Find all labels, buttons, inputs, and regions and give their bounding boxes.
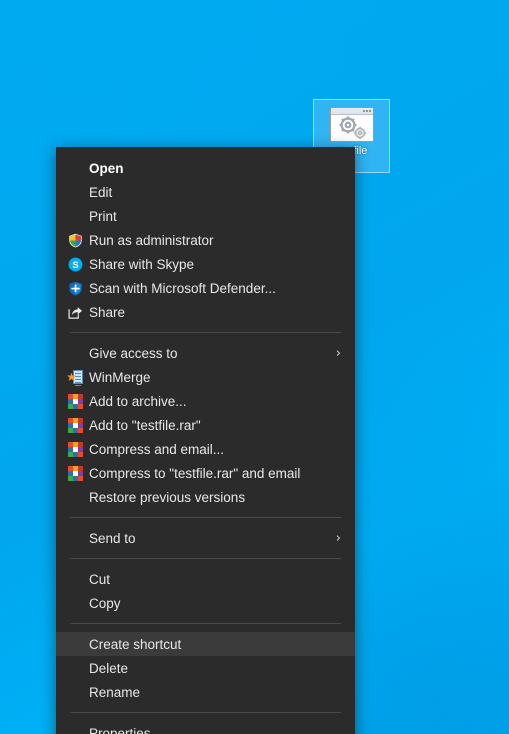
menu-item-share-with-skype[interactable]: S Share with Skype bbox=[56, 252, 355, 276]
menu-item-label: Restore previous versions bbox=[89, 489, 246, 505]
menu-separator bbox=[70, 558, 341, 559]
no-icon bbox=[64, 725, 86, 734]
menu-group-tools: Give access to › WinMerge Add to archive… bbox=[56, 341, 355, 509]
share-arrow-icon bbox=[64, 304, 86, 321]
menu-item-send-to[interactable]: Send to › bbox=[56, 526, 355, 550]
desktop-background[interactable]: testfile Open Edit Print bbox=[0, 0, 509, 734]
menu-item-label: Copy bbox=[89, 595, 121, 611]
menu-item-label: WinMerge bbox=[89, 369, 151, 385]
no-icon bbox=[64, 660, 86, 677]
menu-item-rename[interactable]: Rename bbox=[56, 680, 355, 704]
menu-item-share[interactable]: Share bbox=[56, 300, 355, 324]
winrar-icon bbox=[64, 465, 86, 482]
menu-item-label: Send to bbox=[89, 530, 136, 546]
menu-group-properties: Properties bbox=[56, 721, 355, 734]
menu-item-restore-previous-versions[interactable]: Restore previous versions bbox=[56, 485, 355, 509]
no-icon bbox=[64, 530, 86, 547]
menu-item-label: Edit bbox=[89, 184, 113, 200]
menu-item-label: Compress to "testfile.rar" and email bbox=[89, 465, 301, 481]
no-icon bbox=[64, 489, 86, 506]
menu-item-label: Share with Skype bbox=[89, 256, 195, 272]
menu-item-cut[interactable]: Cut bbox=[56, 567, 355, 591]
chevron-right-icon: › bbox=[335, 345, 341, 361]
menu-item-scan-with-microsoft-defender[interactable]: Scan with Microsoft Defender... bbox=[56, 276, 355, 300]
no-icon bbox=[64, 208, 86, 225]
winrar-icon bbox=[64, 441, 86, 458]
menu-item-label: Cut bbox=[89, 571, 111, 587]
menu-item-label: Rename bbox=[89, 684, 141, 700]
uac-shield-icon bbox=[64, 232, 86, 249]
no-icon bbox=[64, 184, 86, 201]
svg-text:S: S bbox=[72, 259, 78, 269]
no-icon bbox=[64, 345, 86, 362]
menu-item-open[interactable]: Open bbox=[56, 156, 355, 180]
chevron-right-icon: › bbox=[335, 530, 341, 546]
menu-item-label: Print bbox=[89, 208, 117, 224]
menu-item-print[interactable]: Print bbox=[56, 204, 355, 228]
skype-icon: S bbox=[64, 256, 86, 273]
menu-group-file-actions: Open Edit Print Run as administrator S S… bbox=[56, 156, 355, 324]
menu-item-add-to-rar[interactable]: Add to "testfile.rar" bbox=[56, 413, 355, 437]
menu-item-compress-to-rar-and-email[interactable]: Compress to "testfile.rar" and email bbox=[56, 461, 355, 485]
no-icon bbox=[64, 684, 86, 701]
menu-item-add-to-archive[interactable]: Add to archive... bbox=[56, 389, 355, 413]
menu-item-label: Add to "testfile.rar" bbox=[89, 417, 201, 433]
menu-item-winmerge[interactable]: WinMerge bbox=[56, 365, 355, 389]
winmerge-icon bbox=[64, 369, 86, 386]
icon-titlebar bbox=[330, 108, 373, 115]
no-icon bbox=[64, 636, 86, 653]
menu-item-delete[interactable]: Delete bbox=[56, 656, 355, 680]
menu-group-send-to: Send to › bbox=[56, 526, 355, 550]
defender-shield-icon bbox=[64, 280, 86, 297]
menu-item-create-shortcut[interactable]: Create shortcut bbox=[56, 632, 355, 656]
menu-separator bbox=[70, 517, 341, 518]
application-gears-icon bbox=[329, 107, 374, 142]
file-context-menu[interactable]: Open Edit Print Run as administrator S S… bbox=[56, 147, 355, 734]
no-icon bbox=[64, 595, 86, 612]
menu-item-label: Share bbox=[89, 304, 126, 320]
no-icon bbox=[64, 571, 86, 588]
menu-separator bbox=[70, 332, 341, 333]
menu-item-label: Open bbox=[89, 160, 124, 176]
menu-item-compress-and-email[interactable]: Compress and email... bbox=[56, 437, 355, 461]
menu-item-edit[interactable]: Edit bbox=[56, 180, 355, 204]
menu-item-run-as-administrator[interactable]: Run as administrator bbox=[56, 228, 355, 252]
menu-item-label: Scan with Microsoft Defender... bbox=[89, 280, 276, 296]
no-icon bbox=[64, 160, 86, 177]
menu-separator bbox=[70, 623, 341, 624]
menu-item-give-access-to[interactable]: Give access to › bbox=[56, 341, 355, 365]
menu-item-label: Run as administrator bbox=[89, 232, 214, 248]
menu-group-file-ops: Create shortcut Delete Rename bbox=[56, 632, 355, 704]
menu-item-label: Create shortcut bbox=[89, 636, 182, 652]
menu-item-label: Give access to bbox=[89, 345, 178, 361]
menu-item-copy[interactable]: Copy bbox=[56, 591, 355, 615]
menu-item-label: Add to archive... bbox=[89, 393, 187, 409]
menu-group-clipboard: Cut Copy bbox=[56, 567, 355, 615]
menu-item-properties[interactable]: Properties bbox=[56, 721, 355, 734]
winrar-icon bbox=[64, 393, 86, 410]
winrar-icon bbox=[64, 417, 86, 434]
menu-item-label: Delete bbox=[89, 660, 129, 676]
gears-glyph bbox=[339, 116, 366, 140]
menu-separator bbox=[70, 712, 341, 713]
menu-item-label: Compress and email... bbox=[89, 441, 225, 457]
menu-item-label: Properties bbox=[89, 725, 151, 734]
